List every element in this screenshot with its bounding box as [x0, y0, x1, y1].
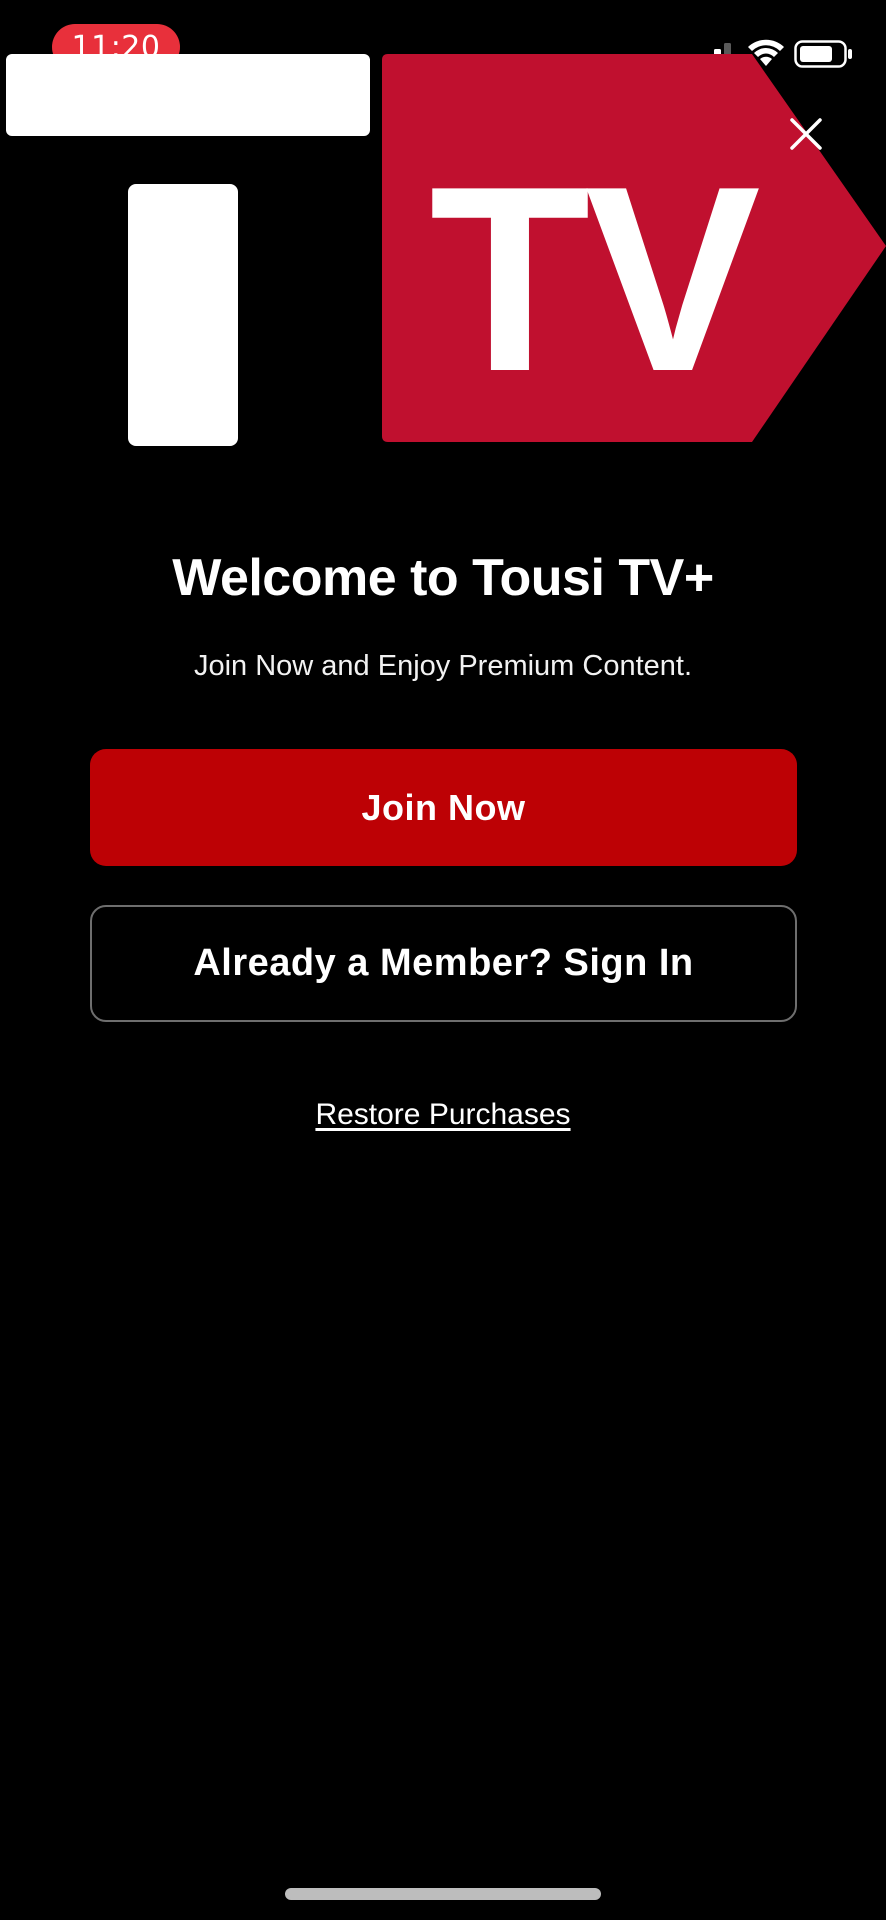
home-indicator[interactable]: [285, 1888, 601, 1900]
logo-t-stem: [128, 184, 238, 446]
restore-purchases-row: Restore Purchases: [0, 1098, 886, 1132]
join-now-label: Join Now: [361, 786, 526, 828]
restore-purchases-link[interactable]: Restore Purchases: [315, 1098, 570, 1131]
close-icon[interactable]: [786, 114, 826, 154]
sign-in-button[interactable]: Already a Member? Sign In: [90, 905, 797, 1022]
join-now-button[interactable]: Join Now: [90, 749, 797, 866]
welcome-title: Welcome to Tousi TV+: [172, 549, 714, 607]
sign-in-label: Already a Member? Sign In: [193, 942, 694, 984]
logo-tv-text: TV: [429, 131, 762, 426]
welcome-subtitle: Join Now and Enjoy Premium Content.: [193, 650, 693, 682]
logo-tv-badge: TV: [382, 54, 886, 442]
logo-t-crossbar: [6, 54, 370, 136]
